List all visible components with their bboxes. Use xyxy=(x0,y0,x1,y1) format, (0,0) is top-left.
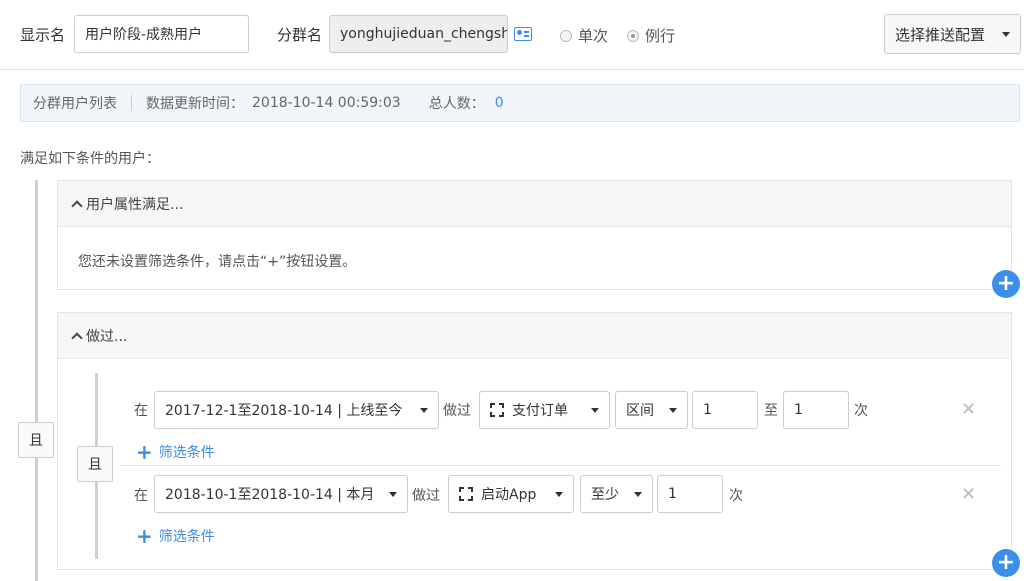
row1-event-select[interactable]: 支付订单 xyxy=(479,391,610,429)
chevron-down-icon xyxy=(1002,31,1010,37)
add-user-attr-button[interactable]: + xyxy=(992,270,1020,298)
row2-event-value: 启动App xyxy=(481,487,537,503)
row2-did-label: 做过 xyxy=(412,488,440,504)
update-time-label: 数据更新时间： xyxy=(146,96,244,112)
radio-routine-circle[interactable] xyxy=(627,29,639,42)
row1-event-value: 支付订单 xyxy=(512,403,568,419)
row1-close-icon[interactable]: ✕ xyxy=(961,399,976,420)
row2-from-input[interactable]: 1 xyxy=(657,475,723,513)
row2-date-range-select[interactable]: 2018-10-1至2018-10-14 | 本月 xyxy=(154,475,408,513)
radio-once-circle[interactable] xyxy=(560,29,572,42)
row2-filter-label: 筛选条件 xyxy=(158,529,215,545)
info-bar: 分群用户列表 数据更新时间： 2018-10-14 00:59:03 总人数： … xyxy=(20,84,1020,122)
row2-event-select[interactable]: 启动App xyxy=(448,475,574,513)
row1-to-input[interactable]: 1 xyxy=(783,391,849,429)
chevron-down-icon xyxy=(389,491,397,497)
user-attr-header[interactable]: 用户属性满足... xyxy=(58,181,1011,227)
add-done-button[interactable]: + xyxy=(992,549,1020,577)
conditions-title: 满足如下条件的用户： xyxy=(20,151,160,167)
row2-add-filter-link[interactable]: + 筛选条件 xyxy=(136,526,215,546)
row1-add-filter-link[interactable]: + 筛选条件 xyxy=(136,442,215,462)
radio-routine[interactable]: 例行 xyxy=(627,25,675,46)
user-list-label[interactable]: 分群用户列表 xyxy=(33,93,117,113)
plus-icon: + xyxy=(136,524,153,548)
chevron-down-icon xyxy=(420,407,428,413)
update-time-value: 2018-10-14 00:59:03 xyxy=(252,95,401,111)
row1-mode-select[interactable]: 区间 xyxy=(615,391,688,429)
chevron-up-icon[interactable] xyxy=(72,331,82,341)
outer-and-line xyxy=(35,180,38,581)
row2-close-icon[interactable]: ✕ xyxy=(961,484,976,505)
plus-icon: + xyxy=(136,440,153,464)
row2-date-range-value: 2018-10-1至2018-10-14 | 本月 xyxy=(165,487,375,503)
row1-mode-value: 区间 xyxy=(626,403,654,419)
event-scan-icon xyxy=(490,403,504,417)
row1-in-label: 在 xyxy=(134,403,148,419)
radio-routine-label: 例行 xyxy=(645,27,676,45)
push-config-select[interactable]: 选择推送配置 xyxy=(884,14,1021,54)
row1-did-label: 做过 xyxy=(443,403,471,419)
chevron-down-icon xyxy=(591,407,599,413)
id-card-icon[interactable] xyxy=(514,27,532,41)
push-config-label: 选择推送配置 xyxy=(895,25,986,44)
row1-date-range-select[interactable]: 2017-12-1至2018-10-14 | 上线至今 xyxy=(154,391,439,429)
event-scan-icon xyxy=(459,487,473,501)
divider xyxy=(131,95,132,111)
row-divider xyxy=(120,465,1001,466)
user-attr-empty-hint: 您还未设置筛选条件，请点击“+”按钮设置。 xyxy=(78,254,357,270)
radio-once-label: 单次 xyxy=(578,27,609,45)
done-title: 做过... xyxy=(86,328,128,345)
chevron-down-icon xyxy=(634,491,642,497)
row1-from-input[interactable]: 1 xyxy=(692,391,758,429)
done-header[interactable]: 做过... xyxy=(58,313,1011,359)
row1-date-range-value: 2017-12-1至2018-10-14 | 上线至今 xyxy=(165,403,403,419)
row1-times-label: 次 xyxy=(854,403,868,419)
row2-times-label: 次 xyxy=(729,488,743,504)
row1-filter-label: 筛选条件 xyxy=(158,445,215,461)
group-name-label: 分群名 xyxy=(277,26,323,44)
total-count[interactable]: 0 xyxy=(495,95,504,111)
row2-mode-select[interactable]: 至少 xyxy=(580,475,653,513)
display-name-label: 显示名 xyxy=(20,26,66,44)
chevron-down-icon xyxy=(555,491,563,497)
inner-and-toggle[interactable]: 且 xyxy=(77,446,113,482)
group-name-input[interactable]: yonghujieduan_chengshu xyxy=(329,15,508,53)
top-bar: 显示名 用户阶段-成熟用户 分群名 yonghujieduan_chengshu… xyxy=(0,0,1024,70)
radio-once[interactable]: 单次 xyxy=(560,25,608,46)
total-label: 总人数： xyxy=(428,96,485,112)
chevron-up-icon[interactable] xyxy=(72,199,82,209)
row2-in-label: 在 xyxy=(134,488,148,504)
row2-mode-value: 至少 xyxy=(591,487,619,503)
user-attr-title: 用户属性满足... xyxy=(86,196,184,213)
user-attr-section: 用户属性满足... 您还未设置筛选条件，请点击“+”按钮设置。 xyxy=(57,180,1012,290)
outer-and-toggle[interactable]: 且 xyxy=(18,422,54,458)
chevron-down-icon xyxy=(669,407,677,413)
display-name-input[interactable]: 用户阶段-成熟用户 xyxy=(74,15,249,53)
row1-to-label: 至 xyxy=(764,403,778,419)
